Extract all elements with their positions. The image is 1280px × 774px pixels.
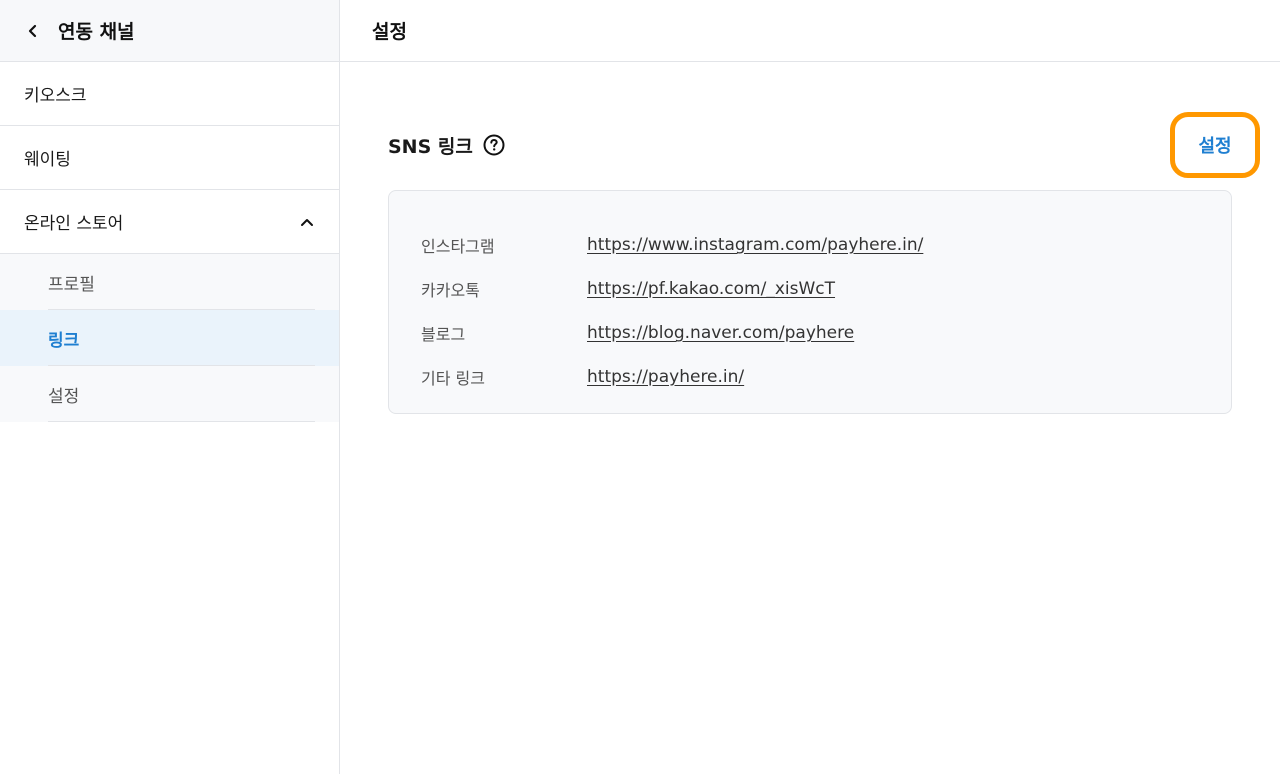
link-label: 블로그 — [421, 325, 466, 344]
main-panel: 설정 SNS 링크 설정 인스타그램 https://www.instagram… — [340, 0, 1280, 774]
sns-link-section: SNS 링크 설정 인스타그램 https://www.instagram.co… — [388, 110, 1260, 414]
sidebar-item-label: 온라인 스토어 — [24, 214, 124, 234]
link-url[interactable]: https://pf.kakao.com/_xisWcT — [587, 279, 835, 299]
link-label: 인스타그램 — [421, 237, 495, 256]
app-root: 연동 채널 키오스크 웨이팅 온라인 스토어 프로필 링크 설정 설정 SNS … — [0, 0, 1280, 774]
sidebar-subitem-label: 설정 — [48, 386, 80, 407]
sidebar-header: 연동 채널 — [0, 0, 339, 62]
link-url[interactable]: https://blog.naver.com/payhere — [587, 323, 854, 343]
section-header: SNS 링크 설정 — [388, 110, 1260, 180]
sidebar: 연동 채널 키오스크 웨이팅 온라인 스토어 프로필 링크 설정 — [0, 0, 340, 774]
link-row-kakaotalk: 카카오톡 https://pf.kakao.com/_xisWcT — [421, 267, 1231, 311]
sidebar-title: 연동 채널 — [58, 21, 135, 43]
links-card: 인스타그램 https://www.instagram.com/payhere.… — [388, 190, 1232, 414]
section-title: SNS 링크 — [388, 135, 473, 158]
link-url[interactable]: https://payhere.in/ — [587, 367, 744, 387]
link-url[interactable]: https://www.instagram.com/payhere.in/ — [587, 235, 923, 255]
settings-button[interactable]: 설정 — [1170, 112, 1260, 178]
chevron-up-icon — [299, 214, 315, 230]
sidebar-subitem-settings[interactable]: 설정 — [0, 366, 339, 422]
chevron-left-icon[interactable] — [22, 20, 44, 42]
sidebar-subitem-label: 링크 — [48, 330, 80, 351]
page-title: 설정 — [372, 21, 407, 43]
question-circle-icon[interactable] — [483, 134, 505, 156]
sidebar-item-kiosk[interactable]: 키오스크 — [0, 62, 339, 126]
online-store-submenu: 프로필 링크 설정 — [0, 254, 339, 422]
main-header: 설정 — [340, 0, 1280, 62]
link-row-other: 기타 링크 https://payhere.in/ — [421, 355, 1231, 399]
link-row-instagram: 인스타그램 https://www.instagram.com/payhere.… — [421, 223, 1231, 267]
link-label: 기타 링크 — [421, 369, 485, 388]
link-row-blog: 블로그 https://blog.naver.com/payhere — [421, 311, 1231, 355]
sidebar-subitem-profile[interactable]: 프로필 — [0, 254, 339, 310]
sidebar-item-waiting[interactable]: 웨이팅 — [0, 126, 339, 190]
sidebar-subitem-link[interactable]: 링크 — [0, 310, 339, 366]
sidebar-subitem-label: 프로필 — [48, 274, 95, 295]
sidebar-item-online-store[interactable]: 온라인 스토어 — [0, 190, 339, 254]
link-label: 카카오톡 — [421, 281, 480, 300]
sidebar-item-label: 키오스크 — [24, 86, 87, 106]
sidebar-item-label: 웨이팅 — [24, 150, 71, 170]
